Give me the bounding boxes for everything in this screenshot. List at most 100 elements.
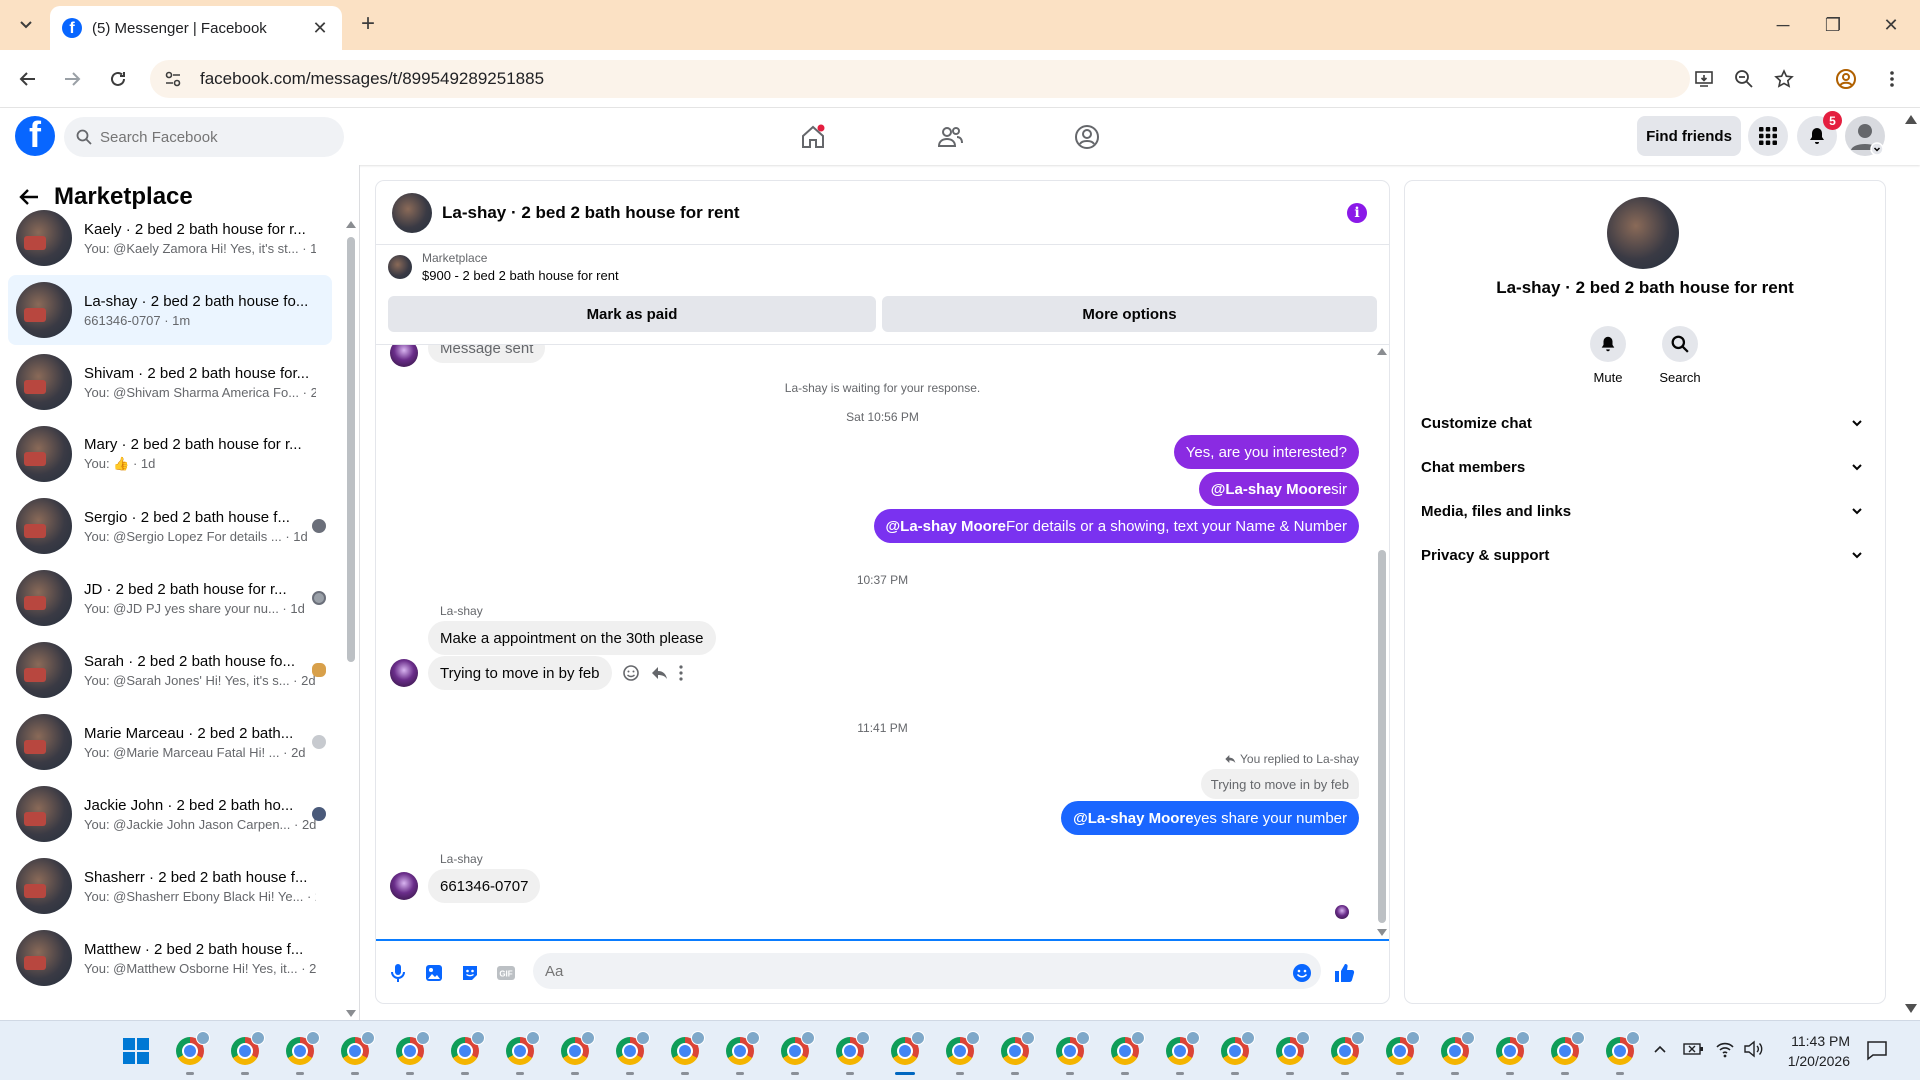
incoming-message[interactable]: 661346-0707 xyxy=(428,869,541,903)
customize-chat-section[interactable]: Customize chat xyxy=(1421,403,1873,443)
attach-photo-button[interactable] xyxy=(422,961,446,985)
conversation-item[interactable]: Shivam · 2 bed 2 bath house for... You: @… xyxy=(8,347,332,417)
incoming-message[interactable]: Trying to move in by feb xyxy=(428,656,612,690)
nav-groups[interactable] xyxy=(1067,118,1107,156)
chat-title[interactable]: La-shay · 2 bed 2 bath house for rent xyxy=(442,203,740,223)
chrome-menu-button[interactable] xyxy=(1876,63,1908,95)
conversation-info-button[interactable]: i xyxy=(1347,203,1367,223)
conversation-item[interactable]: Marie Marceau · 2 bed 2 bath... You: @Mar… xyxy=(8,707,332,777)
reload-button[interactable] xyxy=(102,63,134,95)
send-like-button[interactable] xyxy=(1332,961,1356,985)
voice-clip-button[interactable] xyxy=(386,961,410,985)
find-friends-button[interactable]: Find friends xyxy=(1637,116,1741,156)
minimize-button[interactable]: ─ xyxy=(1760,12,1806,38)
taskbar-chrome-window[interactable] xyxy=(337,1031,375,1075)
outgoing-message[interactable]: @La-shay Moore sir xyxy=(1198,472,1359,506)
sticker-button[interactable] xyxy=(458,961,482,985)
taskbar-chrome-window[interactable] xyxy=(1602,1031,1640,1075)
taskbar-chrome-window[interactable] xyxy=(1327,1031,1365,1075)
scroll-up-icon[interactable] xyxy=(346,220,356,228)
conversation-item[interactable]: Shasherr · 2 bed 2 bath house f... You: @… xyxy=(8,851,332,921)
conversation-item[interactable]: Kaely · 2 bed 2 bath house for r... You: … xyxy=(8,203,332,273)
privacy-support-section[interactable]: Privacy & support xyxy=(1421,535,1873,575)
quoted-message[interactable]: Trying to move in by feb xyxy=(1200,769,1359,799)
tab-search-button[interactable] xyxy=(12,12,40,38)
browser-tab-messenger[interactable]: f (5) Messenger | Facebook ✕ xyxy=(50,6,342,50)
taskbar-chrome-window[interactable] xyxy=(1492,1031,1530,1075)
taskbar-chrome-window[interactable] xyxy=(172,1031,210,1075)
media-files-links-section[interactable]: Media, files and links xyxy=(1421,491,1873,531)
scroll-down-icon[interactable] xyxy=(1377,929,1387,937)
taskbar-chrome-window[interactable] xyxy=(612,1031,650,1075)
react-button[interactable] xyxy=(622,664,640,687)
taskbar-chrome-window[interactable] xyxy=(1162,1031,1200,1075)
mention[interactable]: @La-shay Moore xyxy=(886,518,1006,535)
emoji-button[interactable] xyxy=(1290,961,1314,985)
scroll-down-icon[interactable] xyxy=(346,1010,356,1018)
scrollbar-thumb[interactable] xyxy=(347,237,355,662)
start-button[interactable] xyxy=(118,1033,154,1069)
scroll-up-icon[interactable] xyxy=(1905,114,1917,124)
conversation-item[interactable]: Sarah · 2 bed 2 bath house fo... You: @Sa… xyxy=(8,635,332,705)
facebook-search[interactable] xyxy=(64,117,344,157)
taskbar-chrome-window[interactable] xyxy=(1272,1031,1310,1075)
taskbar-chrome-window[interactable] xyxy=(1052,1031,1090,1075)
conversation-item[interactable]: Sergio · 2 bed 2 bath house f... You: @Se… xyxy=(8,491,332,561)
zoom-button[interactable] xyxy=(1728,63,1760,95)
notification-center-button[interactable] xyxy=(1866,1039,1888,1066)
scroll-up-icon[interactable] xyxy=(1377,347,1387,355)
show-hidden-icons-button[interactable] xyxy=(1652,1041,1668,1062)
back-button[interactable] xyxy=(12,63,44,95)
nav-home[interactable] xyxy=(793,118,833,156)
gif-button[interactable]: GIF xyxy=(494,961,518,985)
taskbar-chrome-window[interactable] xyxy=(1547,1031,1585,1075)
site-settings-icon[interactable] xyxy=(164,70,182,88)
outgoing-message[interactable]: @La-shay Moore For details or a showing,… xyxy=(873,509,1359,543)
more-options-button[interactable]: More options xyxy=(882,296,1377,332)
conversation-item-active[interactable]: La-shay · 2 bed 2 bath house fo... 661346… xyxy=(8,275,332,345)
taskbar-chrome-window[interactable] xyxy=(227,1031,265,1075)
menu-button[interactable] xyxy=(1748,116,1788,156)
search-in-conversation-button[interactable]: Search xyxy=(1640,326,1720,385)
more-actions-button[interactable] xyxy=(678,664,684,687)
close-window-button[interactable]: ✕ xyxy=(1868,12,1914,38)
conversation-item[interactable]: JD · 2 bed 2 bath house for r... You: @JD… xyxy=(8,563,332,633)
battery-status[interactable] xyxy=(1683,1039,1705,1064)
marketplace-listing-info[interactable]: Marketplace $900 - 2 bed 2 bath house fo… xyxy=(388,251,619,283)
new-tab-button[interactable]: + xyxy=(354,10,382,38)
taskbar-chrome-window[interactable] xyxy=(392,1031,430,1075)
close-tab-icon[interactable]: ✕ xyxy=(310,18,330,39)
avatar[interactable] xyxy=(1607,197,1679,269)
reply-button[interactable] xyxy=(650,664,668,687)
bookmark-button[interactable] xyxy=(1768,63,1800,95)
nav-friends[interactable] xyxy=(930,118,970,156)
incoming-message[interactable]: Make a appointment on the 30th please xyxy=(428,621,716,655)
taskbar-chrome-window[interactable] xyxy=(1107,1031,1145,1075)
mention[interactable]: @La-shay Moore xyxy=(1073,810,1193,827)
page-scrollbar[interactable] xyxy=(1902,108,1920,1020)
taskbar-chrome-window[interactable] xyxy=(447,1031,485,1075)
scroll-down-icon[interactable] xyxy=(1905,1004,1917,1014)
taskbar-chrome-window[interactable] xyxy=(1437,1031,1475,1075)
outgoing-message[interactable]: @La-shay Moore yes share your number xyxy=(1061,801,1359,835)
scrollbar-thumb[interactable] xyxy=(1378,550,1386,923)
conversation-item[interactable]: Jackie John · 2 bed 2 bath ho... You: @Ja… xyxy=(8,779,332,849)
taskbar-chrome-window[interactable] xyxy=(667,1031,705,1075)
outgoing-message[interactable]: Yes, are you interested? xyxy=(1173,435,1359,469)
avatar[interactable] xyxy=(392,192,432,233)
taskbar-chrome-window[interactable] xyxy=(282,1031,320,1075)
network-status[interactable] xyxy=(1715,1039,1735,1064)
mute-button[interactable]: Mute xyxy=(1568,326,1648,385)
conversation-item[interactable]: Mary · 2 bed 2 bath house for r... You: 👍… xyxy=(8,419,332,489)
chat-members-section[interactable]: Chat members xyxy=(1421,447,1873,487)
mention[interactable]: @La-shay Moore xyxy=(1211,481,1331,498)
taskbar-chrome-window[interactable] xyxy=(777,1031,815,1075)
taskbar-chrome-window[interactable] xyxy=(1217,1031,1255,1075)
address-bar[interactable]: facebook.com/messages/t/899549289251885 xyxy=(150,60,1690,98)
message-input[interactable] xyxy=(533,953,1321,989)
taskbar-chrome-window[interactable] xyxy=(502,1031,540,1075)
profile-button[interactable] xyxy=(1830,63,1862,95)
install-app-button[interactable] xyxy=(1688,63,1720,95)
facebook-search-input[interactable] xyxy=(100,128,320,146)
taskbar-chrome-window[interactable] xyxy=(997,1031,1035,1075)
